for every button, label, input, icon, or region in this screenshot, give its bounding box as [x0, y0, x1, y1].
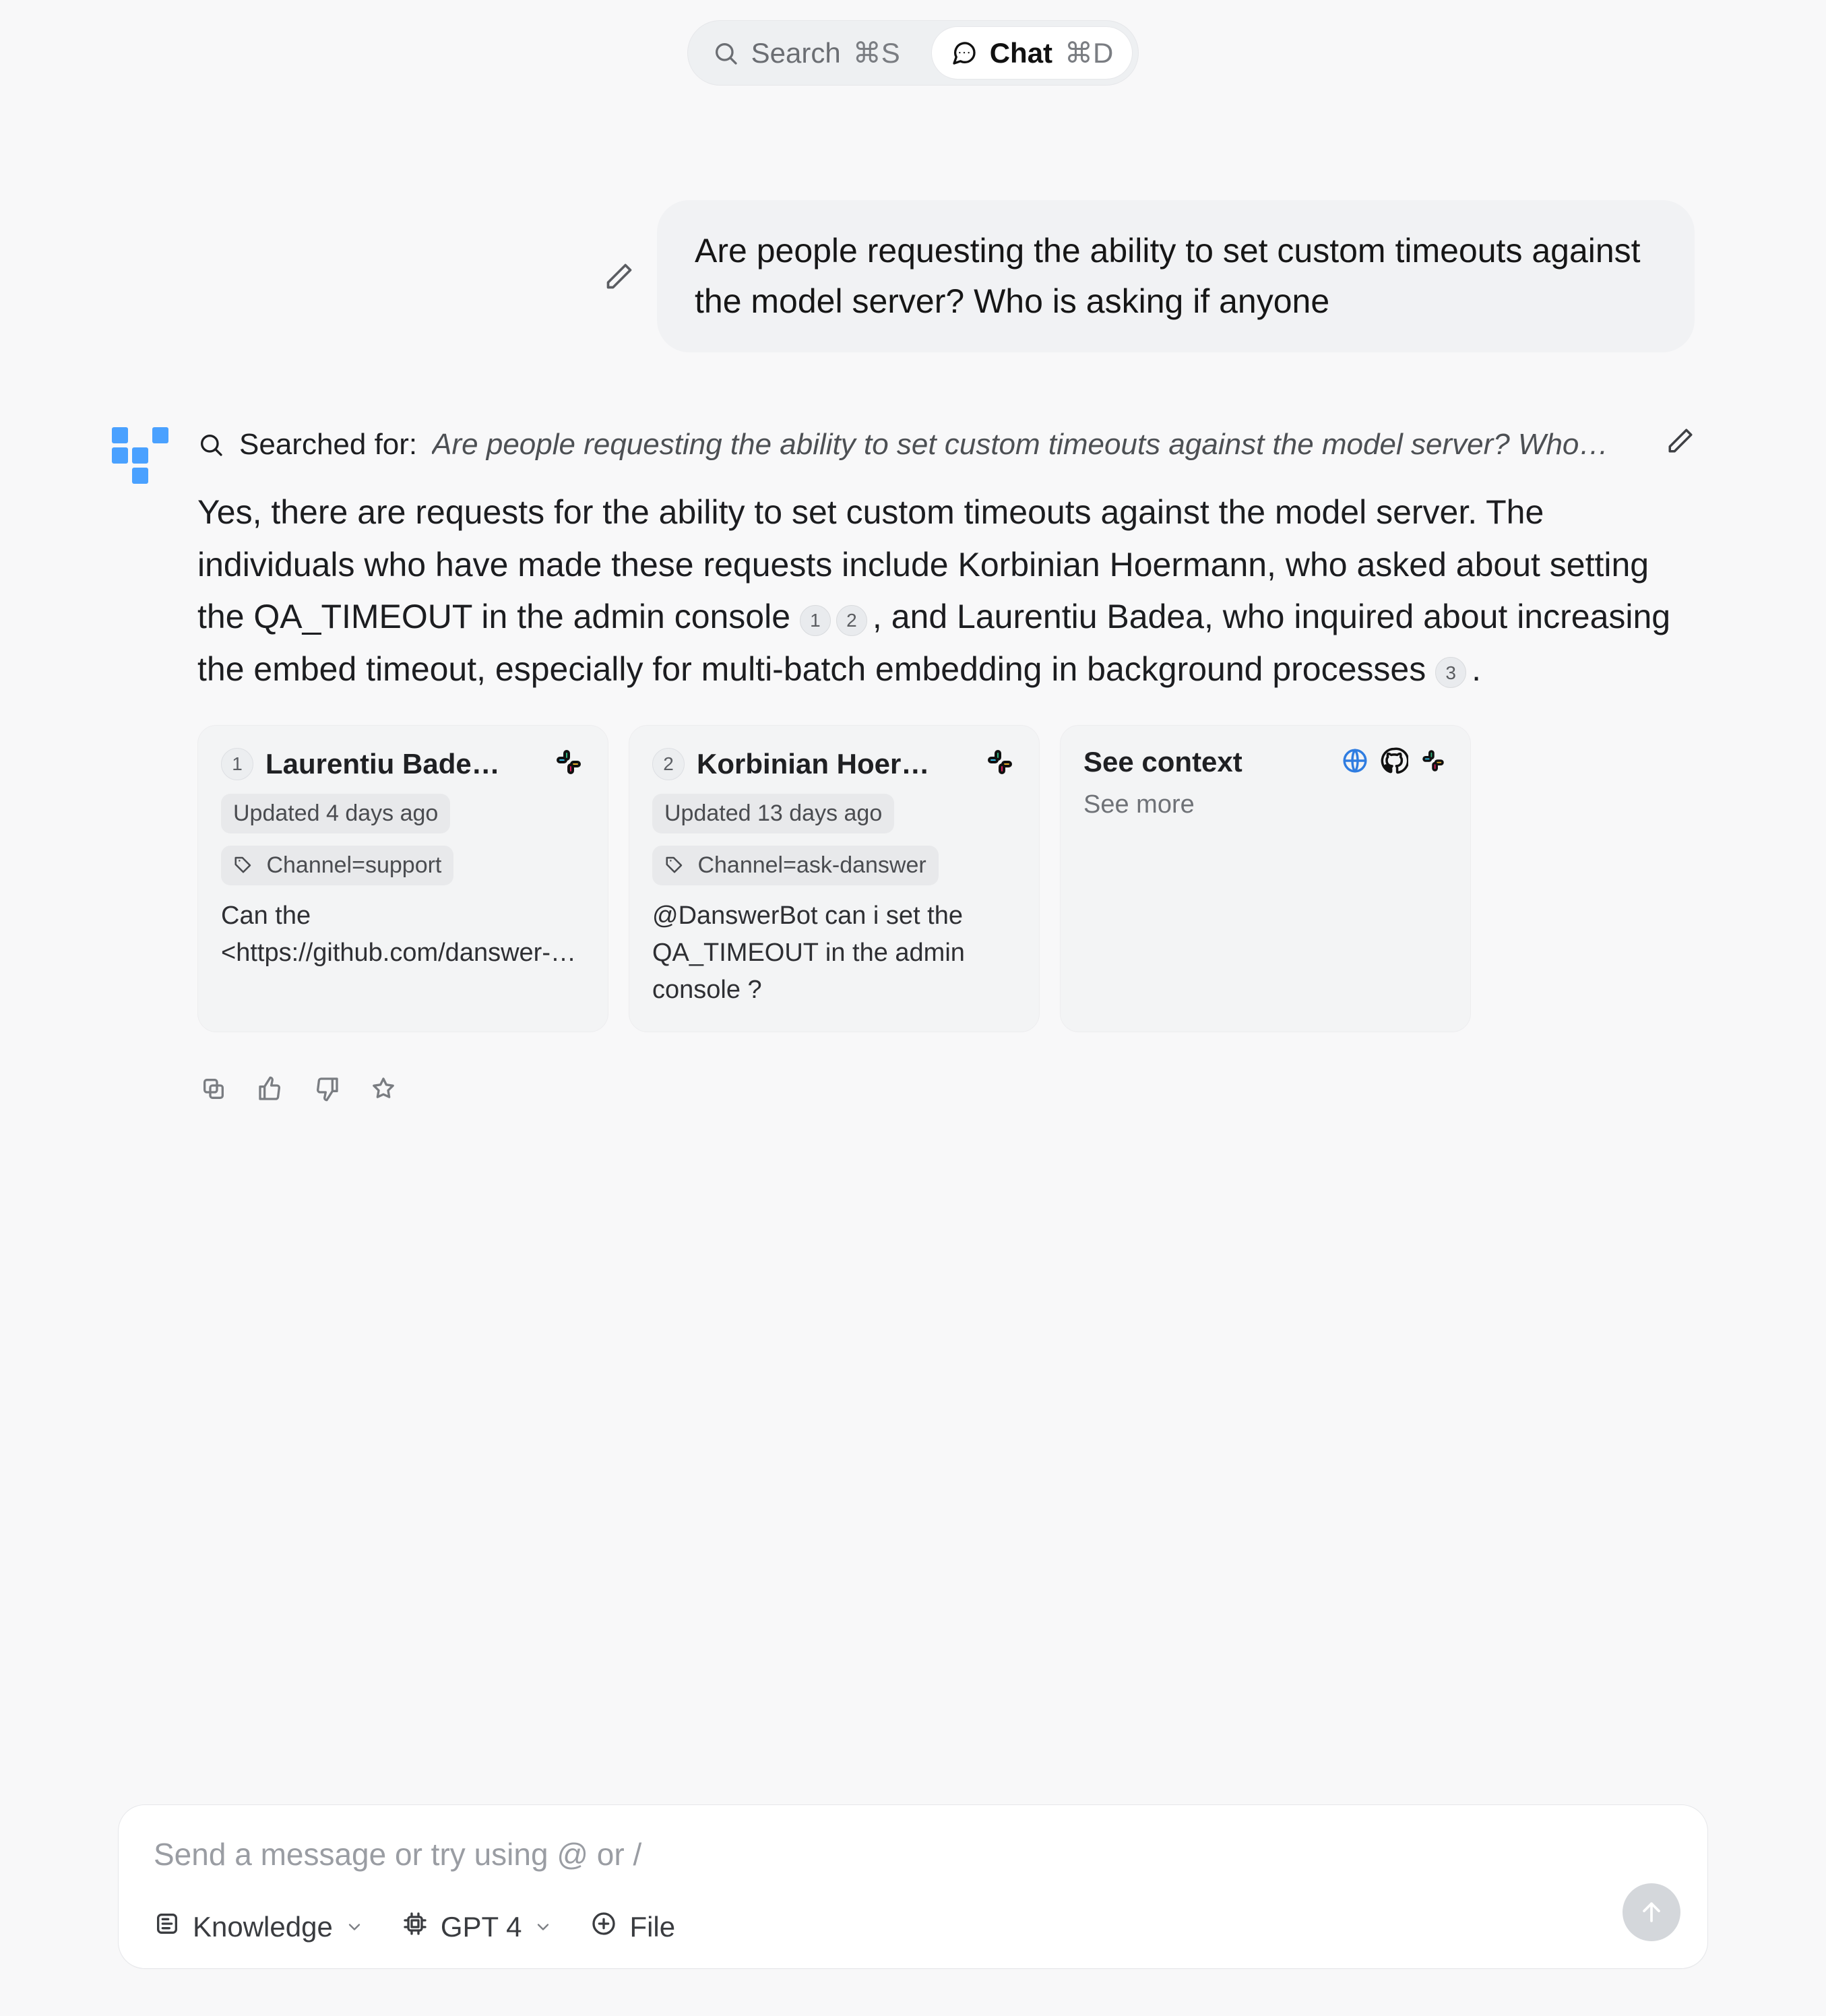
source-snippet: @DanswerBot can i set the QA_TIMEOUT in …: [652, 897, 1016, 1009]
github-icon: [1380, 747, 1408, 778]
assistant-avatar: [111, 427, 169, 484]
chat-icon: [951, 40, 978, 67]
mode-switch: Search ⌘S Chat ⌘D: [687, 20, 1139, 86]
model-picker[interactable]: GPT 4: [402, 1910, 553, 1944]
tag-icon: [664, 854, 691, 880]
answer-text: .: [1472, 650, 1481, 688]
source-number: 1: [221, 748, 253, 780]
citation-group[interactable]: 3: [1435, 657, 1472, 688]
search-icon: [197, 431, 224, 458]
channel-chip-text: Channel=support: [266, 852, 441, 878]
channel-chip-text: Channel=ask-danswer: [697, 852, 926, 878]
cpu-icon: [402, 1910, 429, 1944]
see-context-card[interactable]: See context See more: [1060, 725, 1471, 1032]
edit-user-message-button[interactable]: [600, 257, 638, 295]
slack-icon: [553, 746, 585, 782]
chevron-down-icon: [345, 1911, 364, 1943]
search-tab[interactable]: Search ⌘S: [693, 27, 919, 79]
user-message-row: Are people requesting the ability to set…: [104, 200, 1722, 352]
thumbs-down-button[interactable]: [311, 1073, 343, 1105]
feedback-row: [197, 1073, 1695, 1105]
see-context-title: See context: [1083, 746, 1329, 778]
citation-group[interactable]: 1 2: [800, 605, 873, 636]
source-snippet: Can the <https://github.com/danswer-…: [221, 897, 585, 972]
edit-search-button[interactable]: [1666, 427, 1695, 462]
chat-tab[interactable]: Chat ⌘D: [931, 26, 1133, 80]
search-shortcut: ⌘S: [853, 36, 900, 69]
citation-2[interactable]: 2: [836, 605, 867, 636]
star-button[interactable]: [367, 1073, 400, 1105]
channel-chip: Channel=support: [221, 846, 453, 885]
file-button[interactable]: File: [590, 1910, 675, 1944]
knowledge-label: Knowledge: [193, 1911, 333, 1943]
file-label: File: [629, 1911, 675, 1943]
tag-icon: [233, 854, 259, 880]
globe-icon: [1341, 747, 1369, 778]
knowledge-picker[interactable]: Knowledge: [154, 1910, 364, 1944]
slack-icon: [1419, 747, 1447, 778]
see-more-label: See more: [1083, 790, 1447, 819]
copy-button[interactable]: [197, 1073, 230, 1105]
knowledge-icon: [154, 1910, 181, 1944]
plus-circle-icon: [590, 1910, 617, 1944]
search-icon: [712, 40, 739, 67]
assistant-block: Searched for: Are people requesting the …: [104, 427, 1722, 1105]
composer-placeholder: Send a message or try using @ or /: [154, 1836, 1672, 1872]
chat-shortcut: ⌘D: [1065, 36, 1113, 69]
source-title: Laurentiu Bade…: [265, 748, 540, 780]
searched-for-prefix: Searched for:: [239, 428, 417, 462]
chat-tab-label: Chat: [990, 37, 1052, 69]
channel-chip: Channel=ask-danswer: [652, 846, 939, 885]
citation-3[interactable]: 3: [1435, 657, 1466, 688]
send-button[interactable]: [1623, 1883, 1680, 1941]
searched-for-line: Searched for: Are people requesting the …: [197, 427, 1695, 462]
user-message-bubble: Are people requesting the ability to set…: [657, 200, 1695, 352]
chevron-down-icon: [534, 1911, 553, 1943]
citation-1[interactable]: 1: [800, 605, 831, 636]
updated-chip: Updated 4 days ago: [221, 794, 450, 833]
source-card[interactable]: 1 Laurentiu Bade… Updated 4 days ago: [197, 725, 608, 1032]
context-source-icons: [1341, 747, 1447, 778]
source-cards: 1 Laurentiu Bade… Updated 4 days ago: [197, 725, 1695, 1032]
source-title: Korbinian Hoer…: [697, 748, 972, 780]
search-tab-label: Search: [751, 37, 841, 69]
slack-icon: [984, 746, 1016, 782]
composer[interactable]: Send a message or try using @ or / Knowl…: [118, 1804, 1708, 1969]
source-card[interactable]: 2 Korbinian Hoer… Updated 13 days ago: [629, 725, 1040, 1032]
thumbs-up-button[interactable]: [254, 1073, 286, 1105]
searched-for-query: Are people requesting the ability to set…: [432, 428, 1651, 462]
updated-chip: Updated 13 days ago: [652, 794, 894, 833]
source-number: 2: [652, 748, 685, 780]
model-label: GPT 4: [441, 1911, 522, 1943]
assistant-answer: Yes, there are requests for the ability …: [197, 486, 1695, 695]
